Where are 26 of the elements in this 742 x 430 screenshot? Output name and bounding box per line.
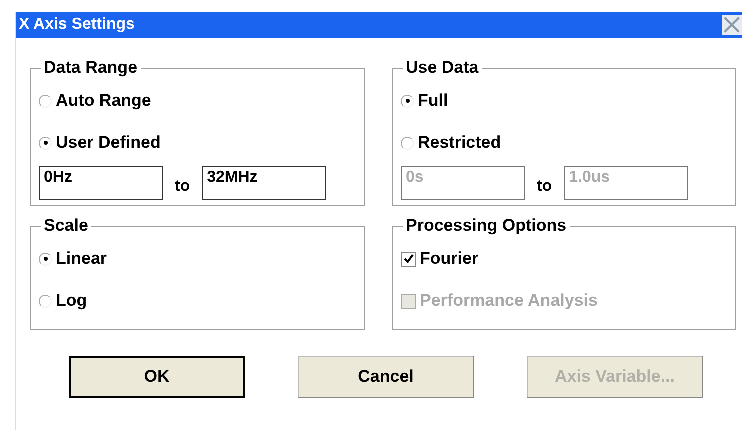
radio-option[interactable]: User Defined [39, 122, 354, 164]
input-field[interactable]: 32MHz [202, 166, 326, 200]
checkbox[interactable] [401, 252, 416, 266]
group-title: Data Range [43, 58, 139, 78]
radio-button[interactable] [401, 136, 414, 150]
window-title: X Axis Settings [19, 16, 135, 34]
radio-option[interactable]: Full [401, 80, 725, 122]
close-icon[interactable] [722, 15, 742, 35]
group-title: Use Data [405, 58, 480, 78]
to-label: to [175, 178, 190, 196]
radio-option[interactable]: Auto Range [39, 80, 354, 122]
ok-button[interactable]: OK [69, 356, 245, 398]
radio-option[interactable]: Linear [39, 238, 354, 280]
checkbox-option[interactable]: Fourier [401, 238, 725, 280]
radio-button[interactable] [39, 136, 52, 150]
radio-button[interactable] [39, 94, 52, 108]
group-title: Scale [43, 216, 90, 236]
radio-option[interactable]: Log [39, 280, 354, 322]
to-label: to [537, 178, 552, 196]
radio-button[interactable] [401, 94, 414, 108]
dialog-button[interactable]: Cancel [298, 356, 474, 398]
group-title: Processing Options [405, 216, 568, 236]
radio-button[interactable] [39, 252, 52, 266]
input-field[interactable]: 0Hz [39, 166, 163, 200]
radio-button[interactable] [39, 294, 52, 308]
radio-option[interactable]: Restricted [401, 122, 725, 164]
